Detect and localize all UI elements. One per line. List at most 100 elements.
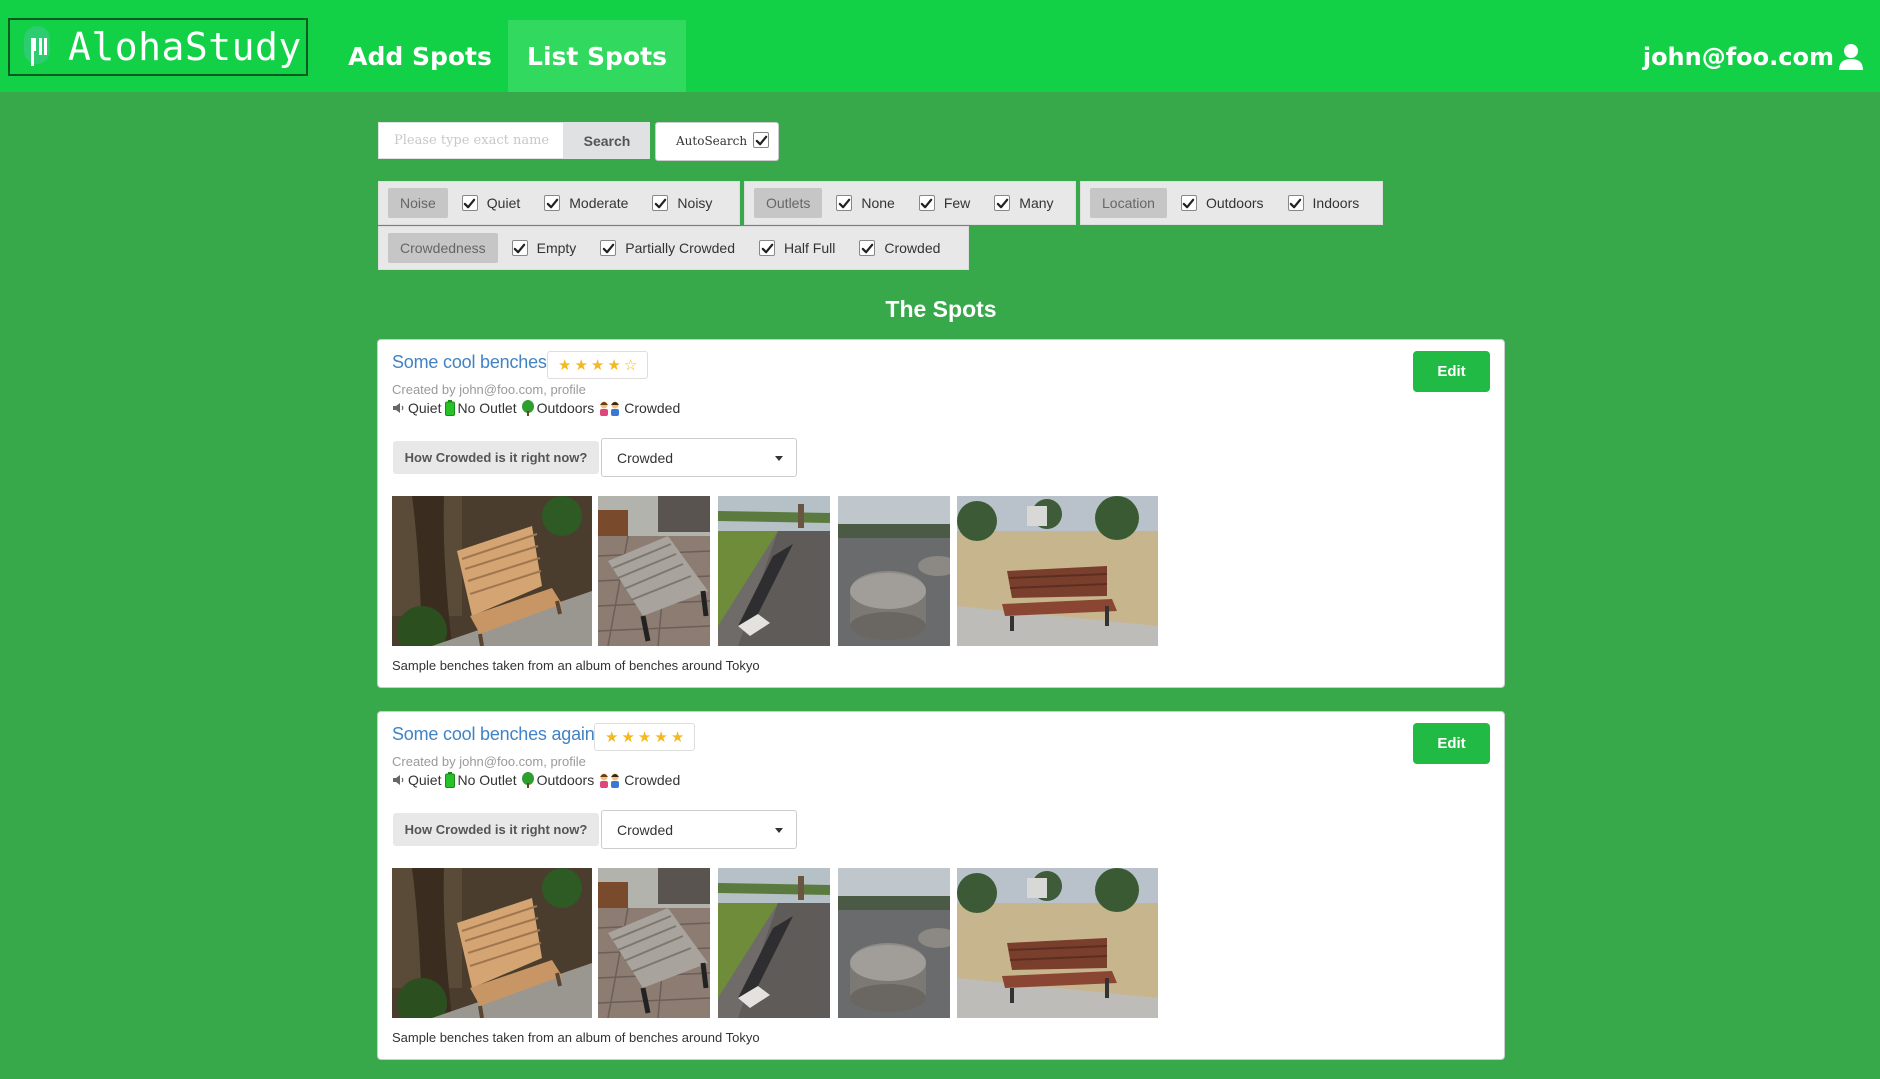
filter-location: Location Outdoors Indoors bbox=[1080, 181, 1383, 225]
check-icon bbox=[602, 242, 615, 255]
bench-photo-image bbox=[957, 868, 1158, 1018]
tag-noise: Quiet bbox=[392, 400, 441, 416]
spot-title-link[interactable]: Some cool benches again bbox=[392, 724, 595, 745]
filter-crowd-empty[interactable]: Empty bbox=[511, 240, 576, 256]
star-filled-icon[interactable]: ★ bbox=[591, 358, 604, 373]
star-filled-icon[interactable]: ★ bbox=[638, 730, 651, 745]
brand-logo-link[interactable]: AlohaStudy bbox=[8, 18, 308, 76]
spot-tags: Quiet No Outlet Outdoors Crowded bbox=[392, 772, 684, 788]
crowd-dropdown-value: Crowded bbox=[617, 821, 674, 838]
checkbox[interactable] bbox=[511, 240, 528, 256]
filter-noise-noisy[interactable]: Noisy bbox=[652, 195, 712, 211]
check-icon bbox=[755, 134, 768, 147]
star-empty-icon[interactable]: ☆ bbox=[624, 358, 637, 373]
tag-outlet: No Outlet bbox=[445, 400, 517, 416]
filter-outlets-none[interactable]: None bbox=[836, 195, 895, 211]
bench-photo-image bbox=[598, 868, 710, 1018]
filter-location-label: Location bbox=[1090, 188, 1167, 218]
tree-icon bbox=[521, 400, 535, 416]
star-filled-icon[interactable]: ★ bbox=[607, 358, 620, 373]
photo-bench-brown-park[interactable] bbox=[957, 868, 1158, 1018]
nav-list-spots[interactable]: List Spots bbox=[508, 20, 686, 92]
filter-outlets-few[interactable]: Few bbox=[918, 195, 970, 211]
checkbox[interactable] bbox=[836, 195, 853, 211]
user-menu[interactable]: john@foo.com bbox=[1643, 38, 1864, 76]
star-filled-icon[interactable]: ★ bbox=[671, 730, 684, 745]
check-icon bbox=[463, 197, 476, 210]
search-button[interactable]: Search bbox=[564, 122, 650, 159]
bench-photo-image bbox=[718, 496, 830, 646]
nav-add-spots[interactable]: Add Spots bbox=[340, 20, 500, 92]
checkbox[interactable] bbox=[759, 240, 776, 256]
check-icon bbox=[861, 242, 874, 255]
section-title: The Spots bbox=[885, 296, 997, 322]
speaker-icon bbox=[392, 773, 406, 787]
dropdown-arrow-icon bbox=[775, 828, 783, 833]
star-filled-icon[interactable]: ★ bbox=[574, 358, 587, 373]
filter-noise-label: Noise bbox=[388, 188, 448, 218]
edit-button[interactable]: Edit bbox=[1413, 351, 1490, 392]
checkbox[interactable] bbox=[600, 240, 617, 256]
edit-button[interactable]: Edit bbox=[1413, 723, 1490, 764]
crowd-dropdown[interactable]: Crowded bbox=[601, 438, 797, 477]
photo-caption: Sample benches taken from an album of be… bbox=[392, 1030, 760, 1045]
checkbox[interactable] bbox=[652, 195, 669, 211]
star-filled-icon[interactable]: ★ bbox=[621, 730, 634, 745]
checkbox[interactable] bbox=[544, 195, 561, 211]
star-rating[interactable]: ★ ★ ★ ★ ★ bbox=[594, 723, 696, 751]
checkbox[interactable] bbox=[859, 240, 876, 256]
filter-crowdedness: Crowdedness Empty Partially Crowded Half… bbox=[378, 226, 969, 270]
autosearch-toggle: AutoSearch bbox=[655, 122, 779, 161]
tree-icon bbox=[521, 772, 535, 788]
filter-crowd-crowded[interactable]: Crowded bbox=[859, 240, 940, 256]
filter-outlets-many[interactable]: Many bbox=[994, 195, 1054, 211]
battery-icon bbox=[445, 400, 455, 416]
check-icon bbox=[996, 197, 1009, 210]
star-filled-icon[interactable]: ★ bbox=[558, 358, 571, 373]
bench-photo-image bbox=[598, 496, 710, 646]
photo-bench-wooden-gravel[interactable] bbox=[392, 496, 592, 646]
checkbox[interactable] bbox=[1180, 195, 1197, 211]
star-filled-icon[interactable]: ★ bbox=[654, 730, 667, 745]
spot-card: Some cool benches ★ ★ ★ ★ ☆ Edit Created… bbox=[377, 339, 1505, 688]
star-filled-icon[interactable]: ★ bbox=[605, 730, 618, 745]
crowd-dropdown[interactable]: Crowded bbox=[601, 810, 797, 849]
people-icon bbox=[598, 400, 622, 416]
photo-bench-slatted-sidewalk[interactable] bbox=[598, 496, 710, 646]
checkbox[interactable] bbox=[994, 195, 1011, 211]
check-icon bbox=[838, 197, 851, 210]
bench-photo-image bbox=[838, 868, 950, 1018]
filter-crowd-partially[interactable]: Partially Crowded bbox=[600, 240, 735, 256]
autosearch-checkbox[interactable] bbox=[753, 132, 769, 148]
photo-bench-concrete-path[interactable] bbox=[718, 496, 830, 646]
photo-stone-stools[interactable] bbox=[838, 868, 950, 1018]
spot-card: Some cool benches again ★ ★ ★ ★ ★ Edit C… bbox=[377, 711, 1505, 1060]
created-by: Created by john@foo.com, profile bbox=[392, 754, 586, 769]
star-rating[interactable]: ★ ★ ★ ★ ☆ bbox=[547, 351, 649, 379]
filter-noise-moderate[interactable]: Moderate bbox=[544, 195, 628, 211]
spot-tags: Quiet No Outlet Outdoors Crowded bbox=[392, 400, 684, 416]
photo-bench-wooden-gravel[interactable] bbox=[392, 868, 592, 1018]
speaker-icon bbox=[392, 401, 406, 415]
filter-location-outdoors[interactable]: Outdoors bbox=[1180, 195, 1264, 211]
people-icon bbox=[598, 772, 622, 788]
check-icon bbox=[761, 242, 774, 255]
filter-location-indoors[interactable]: Indoors bbox=[1287, 195, 1359, 211]
filter-crowd-halffull[interactable]: Half Full bbox=[759, 240, 835, 256]
checkbox[interactable] bbox=[461, 195, 478, 211]
tag-location: Outdoors bbox=[521, 400, 594, 416]
photo-caption: Sample benches taken from an album of be… bbox=[392, 658, 760, 673]
checkbox[interactable] bbox=[918, 195, 935, 211]
filter-crowdedness-label: Crowdedness bbox=[388, 233, 498, 263]
photo-stone-stools[interactable] bbox=[838, 496, 950, 646]
photo-bench-brown-park[interactable] bbox=[957, 496, 1158, 646]
checkbox[interactable] bbox=[1287, 195, 1304, 211]
photo-bench-concrete-path[interactable] bbox=[718, 868, 830, 1018]
bench-photo-image bbox=[718, 868, 830, 1018]
filter-noise: Noise Quiet Moderate Noisy bbox=[378, 181, 740, 225]
tag-outlet: No Outlet bbox=[445, 772, 517, 788]
search-input[interactable] bbox=[378, 122, 564, 159]
filter-noise-quiet[interactable]: Quiet bbox=[461, 195, 520, 211]
photo-bench-slatted-sidewalk[interactable] bbox=[598, 868, 710, 1018]
spot-title-link[interactable]: Some cool benches bbox=[392, 352, 547, 373]
